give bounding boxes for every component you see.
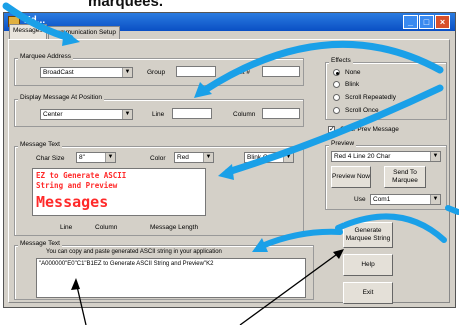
arrow-generate [335,213,447,243]
annotation-overlay [2,2,459,325]
arrow-preview [224,84,444,176]
arrow-tab [2,2,74,42]
arrow-output [259,228,343,249]
pointer-head-right [333,249,344,259]
pointer-line-right [239,251,341,325]
arrow-right-edge [445,205,459,215]
arrowhead-preview [218,164,234,180]
arrow-address [201,40,444,94]
pointer-head-left [71,278,80,290]
arrowhead-tab [62,30,80,46]
